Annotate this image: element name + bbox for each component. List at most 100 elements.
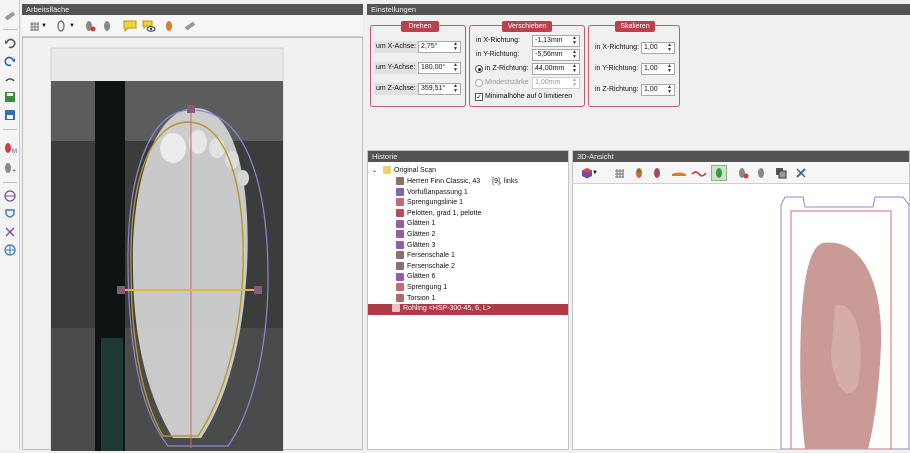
rotate-icon[interactable] (2, 71, 18, 87)
ruler-icon[interactable] (2, 8, 18, 24)
compass-icon[interactable] (2, 188, 18, 204)
layers-icon[interactable] (773, 165, 789, 181)
undo-icon[interactable] (2, 35, 18, 51)
history-item-label: Sprengung 1 (407, 284, 448, 291)
history-item[interactable]: Sprengungslinie 1 (368, 198, 568, 209)
spinner-arrows-icon[interactable]: ▲ ▼ (571, 36, 578, 46)
scale-z-value: 1,00 (644, 86, 658, 93)
history-item-icon (396, 187, 404, 196)
view3d-panel: 3D-Ansicht ▼ (572, 150, 910, 450)
foot-gray-icon[interactable] (735, 165, 751, 181)
ruler-icon[interactable] (182, 18, 198, 34)
move-y-input[interactable]: -5,56mm ▲ ▼ (532, 49, 580, 61)
move-x-input[interactable]: -1,13mm ▲ ▼ (532, 35, 580, 47)
foot-3d-model-view[interactable] (573, 185, 909, 449)
scale-z-input[interactable]: 1,00 ▲ ▼ (641, 84, 675, 96)
eye-comment-icon[interactable] (141, 18, 157, 34)
foot-small-icon[interactable] (753, 165, 769, 181)
save-icon[interactable] (2, 89, 18, 105)
min-thickness-input[interactable]: 1,00mm ▲ ▼ (532, 77, 580, 89)
history-item-label: Fersenschale 1 (407, 252, 455, 260)
move-x-value: -1,13mm (535, 37, 563, 44)
spinner-arrows-icon[interactable]: ▲ ▼ (571, 50, 578, 60)
rotate-x-input[interactable]: 2,75° ▲ ▼ (418, 41, 461, 53)
spinner-arrows-icon[interactable]: ▲ ▼ (666, 43, 673, 53)
spinner-arrows-icon[interactable]: ▲ ▼ (571, 78, 578, 88)
history-item-icon (396, 208, 404, 217)
rotate-z-value: 359,51° (421, 85, 446, 92)
move-z-radio[interactable] (475, 65, 483, 73)
history-title: Historie (368, 151, 568, 162)
spinner-arrows-icon[interactable]: ▲ ▼ (452, 84, 459, 94)
history-item-label: Rohling <HSP-300-45, 6, L> (403, 305, 491, 313)
svg-text:+: + (12, 168, 16, 175)
spinner-arrows-icon[interactable]: ▲ ▼ (452, 63, 459, 73)
foot-scan-view[interactable] (23, 38, 364, 452)
foot-gray-icon[interactable] (99, 18, 115, 34)
rotate-z-input[interactable]: 359,51° ▲ ▼ (418, 83, 461, 95)
workspace-canvas[interactable] (22, 37, 364, 452)
scale-x-value: 1,00 (644, 44, 658, 51)
history-item[interactable]: Glätten 3 (368, 240, 568, 252)
history-item-label: Herren Finn Classic, 43 (407, 178, 481, 185)
scale-y-label: in Y-Richtung: (595, 65, 639, 72)
chevron-down-icon[interactable]: ▼ (40, 18, 48, 34)
min-thickness-radio[interactable] (475, 79, 483, 87)
move-z-input[interactable]: 44,00mm ▲ ▼ (532, 63, 580, 75)
wave-icon[interactable] (691, 165, 707, 181)
collapse-icon[interactable]: ⌄ (372, 168, 377, 174)
foot-m-icon[interactable]: M (2, 140, 18, 156)
history-item[interactable]: Fersenschale 2 (368, 261, 568, 273)
grid-icon[interactable] (611, 165, 627, 181)
redo-icon[interactable] (2, 53, 18, 69)
min-height-checkbox[interactable]: ✓ (475, 93, 483, 101)
history-root[interactable]: ⌄ Original Scan (368, 166, 568, 177)
history-item[interactable]: Vorfußanpassung 1 (368, 187, 568, 199)
left-toolbar: M + (0, 0, 20, 450)
history-item-icon (396, 230, 404, 239)
history-item[interactable]: Glätten 1 (368, 219, 568, 230)
foot-plus-icon[interactable]: + (2, 160, 18, 176)
comment-icon[interactable] (122, 18, 138, 34)
history-item[interactable]: Sprengung 1 (368, 283, 568, 294)
foot-orange-icon[interactable] (161, 18, 177, 34)
history-item[interactable]: Rohling <HSP-300-45, 6, L> (368, 304, 568, 315)
rotate-y-input[interactable]: 180,00° ▲ ▼ (418, 62, 461, 74)
cross-icon[interactable] (2, 224, 18, 240)
rotate-x-label: um X-Achse: (374, 41, 419, 53)
spinner-arrows-icon[interactable]: ▲ ▼ (666, 85, 673, 95)
scale-y-input[interactable]: 1,00 ▲ ▼ (641, 63, 675, 75)
history-item-label: Sprengungslinie 1 (407, 199, 464, 207)
folder-icon (382, 166, 391, 175)
view3d-toolbar: ▼ (573, 162, 909, 184)
scale-y-value: 1,00 (644, 65, 658, 72)
history-item[interactable]: Torsion 1 (368, 293, 568, 305)
history-item[interactable]: Glätten 2 (368, 230, 568, 241)
history-item-label: Glätten 3 (407, 241, 436, 249)
history-item[interactable]: Fersenschale 1 (368, 251, 568, 262)
scale-x-input[interactable]: 1,00 ▲ ▼ (641, 42, 675, 54)
scale-group: Skalieren in X-Richtung: 1,00 ▲ ▼ in Y-Ric… (588, 21, 680, 107)
foot-red-icon[interactable] (82, 18, 98, 34)
spinner-arrows-icon[interactable]: ▲ ▼ (571, 64, 578, 74)
move-group: Verschieben in X-Richtung: -1,13mm ▲ ▼ in … (469, 21, 585, 107)
history-item[interactable]: Glätten 6 (368, 272, 568, 283)
foot-color-icon[interactable] (631, 165, 647, 181)
chevron-down-icon[interactable]: ▼ (591, 165, 599, 181)
sole-icon[interactable] (671, 165, 687, 181)
export-icon[interactable] (2, 107, 18, 123)
foot-green-icon[interactable] (711, 165, 727, 181)
workspace-toolbar: ▼ ▼ (22, 15, 363, 37)
history-item[interactable]: Herren Finn Classic, 43 [9], links (368, 177, 568, 188)
min-thickness-label: Mindeststärke (485, 79, 529, 86)
rotate-x-value: 2,75° (421, 43, 438, 50)
chevron-down-icon[interactable]: ▼ (68, 18, 76, 34)
shield-icon[interactable] (2, 206, 18, 222)
view3d-title: 3D-Ansicht (573, 151, 909, 162)
tools-icon[interactable] (793, 165, 809, 181)
foot-red-icon[interactable] (649, 165, 665, 181)
grid-icon[interactable] (2, 242, 18, 258)
spinner-arrows-icon[interactable]: ▲ ▼ (452, 42, 459, 52)
spinner-arrows-icon[interactable]: ▲ ▼ (666, 64, 673, 74)
history-item[interactable]: Pelotten, grad 1, pelotte (368, 208, 568, 220)
